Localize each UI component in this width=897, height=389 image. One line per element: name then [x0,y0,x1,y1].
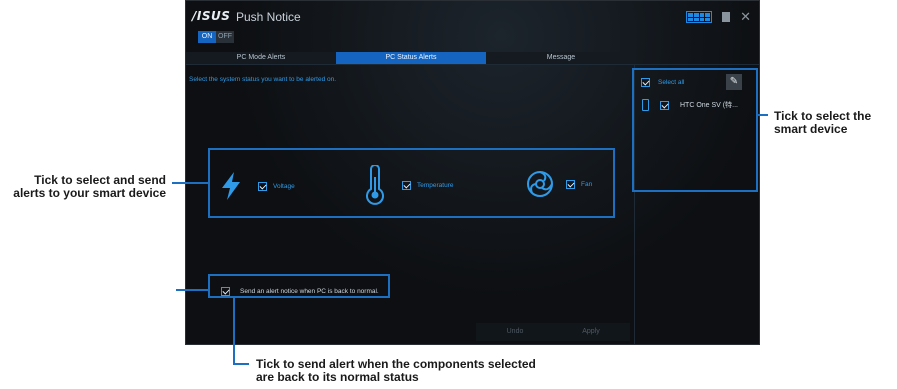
connector-line [172,182,208,184]
normal-alert-highlight-box [208,274,390,298]
instruction-text: Select the system status you want to be … [189,76,337,83]
grid-view-icon[interactable] [686,11,713,23]
connector-line [233,363,249,365]
device-panel-highlight-box [632,68,758,192]
title-bar: /ISUS Push Notice ON OFF ✕ [186,1,759,49]
alert-tabs: PC Mode Alerts PC Status Alerts Message [186,52,636,64]
document-icon[interactable] [722,12,731,22]
tab-pc-status-alerts[interactable]: PC Status Alerts [336,52,486,64]
close-icon[interactable]: ✕ [740,10,751,23]
window-controls: ✕ [686,10,751,23]
app-title: Push Notice [236,10,301,24]
connector-line [176,289,208,291]
components-highlight-box [208,148,615,218]
connector-line [233,298,235,364]
annotation-normal-status: Tick to send alert when the components s… [256,357,536,384]
undo-button[interactable]: Undo [476,323,554,341]
push-notice-toggle[interactable]: ON OFF [198,31,234,43]
apply-button[interactable]: Apply [552,323,630,341]
toggle-off-button[interactable]: OFF [216,31,234,43]
tab-message[interactable]: Message [486,52,636,64]
toggle-on-button[interactable]: ON [198,31,216,43]
annotation-select-device: Tick to select the smart device [774,109,872,136]
divider [186,64,759,65]
tab-pc-mode-alerts[interactable]: PC Mode Alerts [186,52,336,64]
annotation-select-components: Tick to select and send alerts to your s… [13,173,166,200]
connector-line [758,114,768,116]
asus-logo: /ISUS [192,9,231,23]
